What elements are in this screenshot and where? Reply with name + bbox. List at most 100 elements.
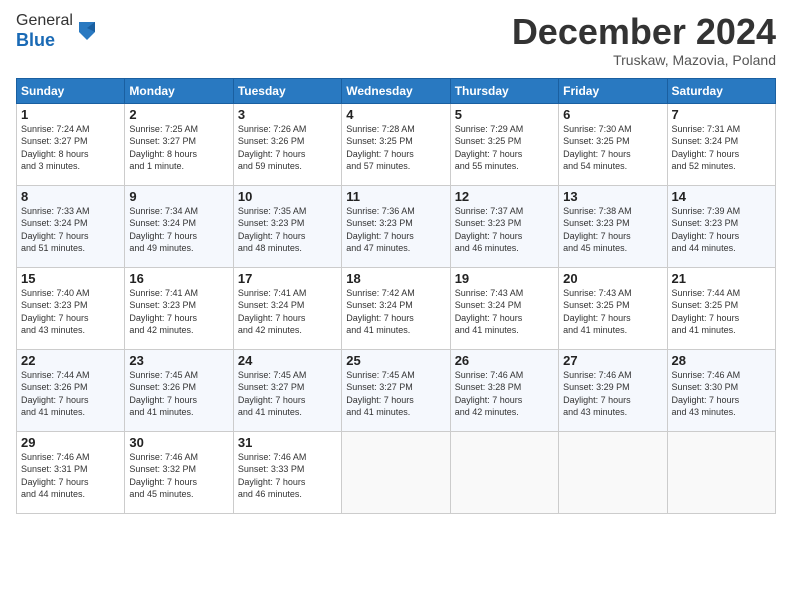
col-monday: Monday — [125, 78, 233, 103]
table-row: 29Sunrise: 7:46 AMSunset: 3:31 PMDayligh… — [17, 431, 125, 513]
table-row: 14Sunrise: 7:39 AMSunset: 3:23 PMDayligh… — [667, 185, 775, 267]
day-number: 7 — [672, 107, 771, 122]
table-row — [450, 431, 558, 513]
table-row: 19Sunrise: 7:43 AMSunset: 3:24 PMDayligh… — [450, 267, 558, 349]
day-number: 1 — [21, 107, 120, 122]
col-wednesday: Wednesday — [342, 78, 450, 103]
calendar-row-2: 8Sunrise: 7:33 AMSunset: 3:24 PMDaylight… — [17, 185, 776, 267]
day-number: 21 — [672, 271, 771, 286]
calendar-row-4: 22Sunrise: 7:44 AMSunset: 3:26 PMDayligh… — [17, 349, 776, 431]
day-number: 3 — [238, 107, 337, 122]
day-number: 20 — [563, 271, 662, 286]
table-row: 17Sunrise: 7:41 AMSunset: 3:24 PMDayligh… — [233, 267, 341, 349]
logo: General Blue — [16, 12, 99, 51]
day-info: Sunrise: 7:33 AMSunset: 3:24 PMDaylight:… — [21, 205, 120, 255]
table-row: 5Sunrise: 7:29 AMSunset: 3:25 PMDaylight… — [450, 103, 558, 185]
day-number: 22 — [21, 353, 120, 368]
day-info: Sunrise: 7:46 AMSunset: 3:30 PMDaylight:… — [672, 369, 771, 419]
calendar-table: Sunday Monday Tuesday Wednesday Thursday… — [16, 78, 776, 514]
table-row: 21Sunrise: 7:44 AMSunset: 3:25 PMDayligh… — [667, 267, 775, 349]
page-container: General Blue December 2024 Truskaw, Mazo… — [0, 0, 792, 522]
table-row: 7Sunrise: 7:31 AMSunset: 3:24 PMDaylight… — [667, 103, 775, 185]
day-info: Sunrise: 7:38 AMSunset: 3:23 PMDaylight:… — [563, 205, 662, 255]
day-info: Sunrise: 7:28 AMSunset: 3:25 PMDaylight:… — [346, 123, 445, 173]
calendar-header-row: Sunday Monday Tuesday Wednesday Thursday… — [17, 78, 776, 103]
day-info: Sunrise: 7:45 AMSunset: 3:27 PMDaylight:… — [346, 369, 445, 419]
table-row: 4Sunrise: 7:28 AMSunset: 3:25 PMDaylight… — [342, 103, 450, 185]
day-info: Sunrise: 7:24 AMSunset: 3:27 PMDaylight:… — [21, 123, 120, 173]
table-row: 31Sunrise: 7:46 AMSunset: 3:33 PMDayligh… — [233, 431, 341, 513]
day-number: 30 — [129, 435, 228, 450]
day-info: Sunrise: 7:34 AMSunset: 3:24 PMDaylight:… — [129, 205, 228, 255]
day-number: 29 — [21, 435, 120, 450]
month-title: December 2024 — [512, 12, 776, 52]
day-info: Sunrise: 7:31 AMSunset: 3:24 PMDaylight:… — [672, 123, 771, 173]
table-row: 1Sunrise: 7:24 AMSunset: 3:27 PMDaylight… — [17, 103, 125, 185]
day-info: Sunrise: 7:39 AMSunset: 3:23 PMDaylight:… — [672, 205, 771, 255]
table-row: 28Sunrise: 7:46 AMSunset: 3:30 PMDayligh… — [667, 349, 775, 431]
day-number: 23 — [129, 353, 228, 368]
logo-blue-text: Blue — [16, 30, 55, 50]
day-number: 31 — [238, 435, 337, 450]
day-info: Sunrise: 7:37 AMSunset: 3:23 PMDaylight:… — [455, 205, 554, 255]
logo-icon — [75, 18, 99, 46]
day-info: Sunrise: 7:46 AMSunset: 3:33 PMDaylight:… — [238, 451, 337, 501]
day-number: 2 — [129, 107, 228, 122]
day-info: Sunrise: 7:46 AMSunset: 3:28 PMDaylight:… — [455, 369, 554, 419]
table-row: 13Sunrise: 7:38 AMSunset: 3:23 PMDayligh… — [559, 185, 667, 267]
day-number: 28 — [672, 353, 771, 368]
day-number: 11 — [346, 189, 445, 204]
day-number: 4 — [346, 107, 445, 122]
table-row: 6Sunrise: 7:30 AMSunset: 3:25 PMDaylight… — [559, 103, 667, 185]
day-number: 26 — [455, 353, 554, 368]
table-row: 10Sunrise: 7:35 AMSunset: 3:23 PMDayligh… — [233, 185, 341, 267]
day-number: 18 — [346, 271, 445, 286]
day-number: 19 — [455, 271, 554, 286]
day-number: 6 — [563, 107, 662, 122]
table-row: 8Sunrise: 7:33 AMSunset: 3:24 PMDaylight… — [17, 185, 125, 267]
day-number: 8 — [21, 189, 120, 204]
table-row: 2Sunrise: 7:25 AMSunset: 3:27 PMDaylight… — [125, 103, 233, 185]
day-number: 17 — [238, 271, 337, 286]
day-info: Sunrise: 7:36 AMSunset: 3:23 PMDaylight:… — [346, 205, 445, 255]
table-row: 12Sunrise: 7:37 AMSunset: 3:23 PMDayligh… — [450, 185, 558, 267]
day-number: 14 — [672, 189, 771, 204]
calendar-row-3: 15Sunrise: 7:40 AMSunset: 3:23 PMDayligh… — [17, 267, 776, 349]
day-info: Sunrise: 7:35 AMSunset: 3:23 PMDaylight:… — [238, 205, 337, 255]
day-number: 12 — [455, 189, 554, 204]
table-row: 16Sunrise: 7:41 AMSunset: 3:23 PMDayligh… — [125, 267, 233, 349]
col-friday: Friday — [559, 78, 667, 103]
day-info: Sunrise: 7:26 AMSunset: 3:26 PMDaylight:… — [238, 123, 337, 173]
day-number: 9 — [129, 189, 228, 204]
day-info: Sunrise: 7:41 AMSunset: 3:24 PMDaylight:… — [238, 287, 337, 337]
table-row — [342, 431, 450, 513]
title-block: December 2024 Truskaw, Mazovia, Poland — [512, 12, 776, 68]
day-info: Sunrise: 7:44 AMSunset: 3:25 PMDaylight:… — [672, 287, 771, 337]
header: General Blue December 2024 Truskaw, Mazo… — [16, 12, 776, 68]
day-info: Sunrise: 7:43 AMSunset: 3:25 PMDaylight:… — [563, 287, 662, 337]
day-number: 13 — [563, 189, 662, 204]
table-row: 24Sunrise: 7:45 AMSunset: 3:27 PMDayligh… — [233, 349, 341, 431]
table-row: 9Sunrise: 7:34 AMSunset: 3:24 PMDaylight… — [125, 185, 233, 267]
table-row: 15Sunrise: 7:40 AMSunset: 3:23 PMDayligh… — [17, 267, 125, 349]
table-row: 23Sunrise: 7:45 AMSunset: 3:26 PMDayligh… — [125, 349, 233, 431]
col-tuesday: Tuesday — [233, 78, 341, 103]
table-row: 27Sunrise: 7:46 AMSunset: 3:29 PMDayligh… — [559, 349, 667, 431]
table-row: 18Sunrise: 7:42 AMSunset: 3:24 PMDayligh… — [342, 267, 450, 349]
day-info: Sunrise: 7:46 AMSunset: 3:32 PMDaylight:… — [129, 451, 228, 501]
table-row: 26Sunrise: 7:46 AMSunset: 3:28 PMDayligh… — [450, 349, 558, 431]
day-number: 27 — [563, 353, 662, 368]
day-info: Sunrise: 7:41 AMSunset: 3:23 PMDaylight:… — [129, 287, 228, 337]
day-number: 15 — [21, 271, 120, 286]
col-sunday: Sunday — [17, 78, 125, 103]
table-row: 25Sunrise: 7:45 AMSunset: 3:27 PMDayligh… — [342, 349, 450, 431]
table-row: 20Sunrise: 7:43 AMSunset: 3:25 PMDayligh… — [559, 267, 667, 349]
table-row: 3Sunrise: 7:26 AMSunset: 3:26 PMDaylight… — [233, 103, 341, 185]
day-info: Sunrise: 7:25 AMSunset: 3:27 PMDaylight:… — [129, 123, 228, 173]
day-info: Sunrise: 7:45 AMSunset: 3:27 PMDaylight:… — [238, 369, 337, 419]
day-info: Sunrise: 7:30 AMSunset: 3:25 PMDaylight:… — [563, 123, 662, 173]
day-info: Sunrise: 7:40 AMSunset: 3:23 PMDaylight:… — [21, 287, 120, 337]
day-info: Sunrise: 7:46 AMSunset: 3:31 PMDaylight:… — [21, 451, 120, 501]
day-number: 16 — [129, 271, 228, 286]
calendar-row-1: 1Sunrise: 7:24 AMSunset: 3:27 PMDaylight… — [17, 103, 776, 185]
